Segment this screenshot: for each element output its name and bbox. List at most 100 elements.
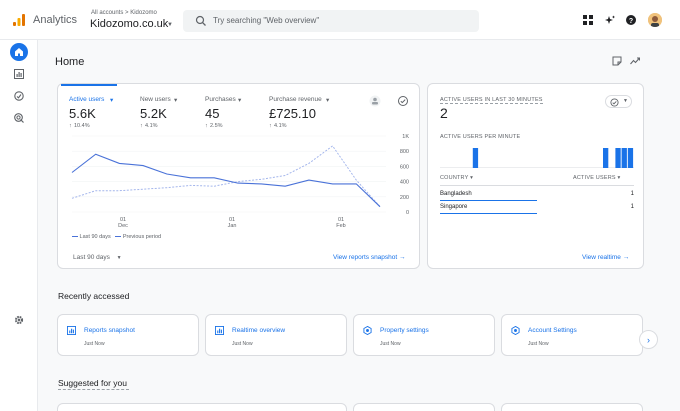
view-reports-snapshot-link[interactable]: View reports snapshot → <box>333 254 406 261</box>
recent-item[interactable]: Realtime overview Just Now <box>205 314 347 356</box>
search-input[interactable]: Try searching "Web overview" <box>213 16 319 25</box>
chevron-down-icon[interactable]: ▾ <box>326 96 329 104</box>
recent-item-time: Just Now <box>528 341 549 347</box>
page-title: Home <box>55 56 85 68</box>
left-navigation <box>0 40 38 411</box>
recently-accessed-title: Recently accessed <box>58 291 130 301</box>
minute-bar[interactable] <box>615 148 621 168</box>
next-page-button[interactable]: › <box>639 330 658 349</box>
recent-item-time: Just Now <box>380 341 401 347</box>
check-circle-icon[interactable] <box>397 95 409 107</box>
legend-current: Last 90 days <box>79 234 111 240</box>
analytics-logo-icon[interactable] <box>12 13 26 27</box>
per-minute-label: ACTIVE USERS PER MINUTE <box>440 134 521 140</box>
help-icon[interactable]: ? <box>626 15 636 25</box>
link-text[interactable]: View reports snapshot <box>333 254 397 261</box>
property-selector[interactable]: Kidozomo.co.uk <box>90 18 168 30</box>
chevron-down-icon[interactable]: ▼ <box>117 255 122 261</box>
metric-value: 5.6K <box>69 106 96 121</box>
nav-explore[interactable] <box>10 87 28 105</box>
home-icon <box>15 48 23 56</box>
nav-advertising[interactable] <box>10 109 28 127</box>
link-text[interactable]: View realtime <box>582 254 621 261</box>
edit-comparison-icon[interactable] <box>369 95 381 107</box>
table-row[interactable]: Bangladesh 1 <box>440 191 634 201</box>
insights-trend-icon[interactable] <box>630 56 640 66</box>
arrow-up-icon: ↑ <box>69 123 72 129</box>
chevron-down-icon[interactable]: ▾ <box>617 175 620 181</box>
chevron-down-icon[interactable]: ▾ <box>238 96 241 104</box>
x-tick-month: Dec <box>118 223 128 229</box>
suggested-card[interactable] <box>57 403 347 411</box>
settings-icon <box>511 326 520 335</box>
minute-bar[interactable] <box>627 148 634 168</box>
chevron-down-icon[interactable]: ▾ <box>174 96 177 104</box>
user-avatar-icon <box>648 13 662 27</box>
chevron-right-icon[interactable]: › <box>647 335 650 345</box>
y-axis-ticks: 1K 800 600 400 200 0 <box>400 134 410 216</box>
date-range-selector[interactable]: Last 90 days ▼ <box>73 254 122 261</box>
date-range-label[interactable]: Last 90 days <box>73 254 110 261</box>
recent-item-title[interactable]: Realtime overview <box>232 327 285 334</box>
search-icon <box>195 15 206 26</box>
minute-bar[interactable] <box>603 148 609 168</box>
reports-icon <box>67 326 76 335</box>
minute-bar[interactable] <box>621 148 627 168</box>
metric-label[interactable]: Active users <box>69 96 104 103</box>
x-tick-month: Feb <box>336 223 345 229</box>
nav-admin-settings[interactable] <box>10 311 28 329</box>
active-tab-indicator <box>61 84 117 86</box>
metric-label[interactable]: Purchases <box>205 96 236 103</box>
explore-icon <box>14 91 24 101</box>
column-country[interactable]: COUNTRY ▾ <box>440 175 473 181</box>
column-active-users[interactable]: ACTIVE USERS ▾ <box>573 175 620 181</box>
x-axis-ticks: 01Dec01Jan01Feb <box>118 217 346 229</box>
per-minute-bar-chart <box>440 148 634 168</box>
legend-line-dashed-icon <box>115 236 122 238</box>
dashed-underline <box>58 389 129 390</box>
search-bar[interactable]: Try searching "Web overview" <box>183 10 479 32</box>
table-row[interactable]: Singapore 1 <box>440 204 634 214</box>
arrow-right-icon[interactable]: → <box>623 254 630 261</box>
y-tick-label: 1K <box>402 134 409 140</box>
minute-bar[interactable] <box>472 148 479 168</box>
recent-item[interactable]: Property settings Just Now <box>353 314 495 356</box>
recent-item[interactable]: Account Settings Just Now <box>501 314 643 356</box>
recent-item-title[interactable]: Property settings <box>380 327 429 334</box>
gear-icon <box>14 315 24 325</box>
view-realtime-link[interactable]: View realtime → <box>582 254 629 261</box>
y-tick-label: 400 <box>400 180 409 186</box>
suggested-title: Suggested for you <box>58 378 127 388</box>
suggested-card[interactable] <box>353 403 495 411</box>
nav-home[interactable] <box>10 43 28 61</box>
metric-label[interactable]: New users <box>140 96 171 103</box>
chevron-down-icon[interactable]: ▾ <box>110 96 113 104</box>
chevron-down-icon[interactable]: ▼ <box>167 22 173 28</box>
table-divider <box>440 185 634 186</box>
realtime-options-button[interactable]: ▼ <box>605 95 632 108</box>
arrow-right-icon[interactable]: → <box>399 254 406 261</box>
metric-label[interactable]: Purchase revenue <box>269 96 322 103</box>
metric-change: 4.1% <box>145 123 158 129</box>
reports-icon <box>215 326 224 335</box>
settings-icon <box>363 326 372 335</box>
recent-item-title[interactable]: Account Settings <box>528 327 577 334</box>
apps-grid-icon[interactable] <box>583 15 593 25</box>
suggested-card[interactable] <box>501 403 643 411</box>
country-users: 1 <box>630 204 634 210</box>
top-bar: Analytics All accounts > Kidozomo Kidozo… <box>0 0 680 40</box>
avatar[interactable] <box>648 13 662 27</box>
account-breadcrumb[interactable]: All accounts > Kidozomo <box>91 10 157 16</box>
column-country-label[interactable]: COUNTRY <box>440 175 468 181</box>
customize-note-icon[interactable] <box>612 56 622 66</box>
recent-item-title[interactable]: Reports snapshot <box>84 327 135 334</box>
sparkle-insights-icon[interactable] <box>605 15 615 25</box>
y-tick-label: 200 <box>400 195 409 201</box>
nav-reports[interactable] <box>10 65 28 83</box>
metric-change: 10.4% <box>74 123 90 129</box>
row-bar <box>440 213 537 214</box>
recent-item[interactable]: Reports snapshot Just Now <box>57 314 199 356</box>
chevron-down-icon[interactable]: ▾ <box>470 175 473 181</box>
column-active-users-label[interactable]: ACTIVE USERS <box>573 175 616 181</box>
recent-item-time: Just Now <box>84 341 105 347</box>
